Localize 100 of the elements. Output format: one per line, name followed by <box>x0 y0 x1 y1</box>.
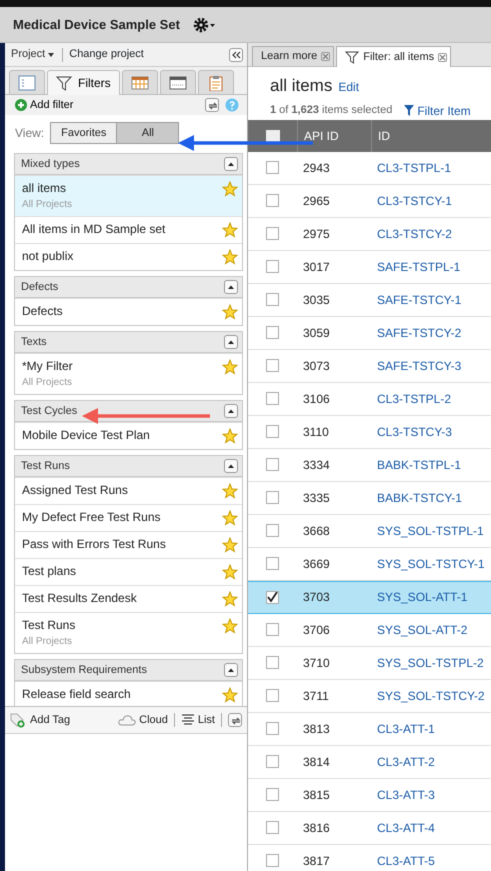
document-tab[interactable]: Filter: all items <box>336 46 452 67</box>
star-icon[interactable] <box>222 181 238 197</box>
row-checkbox[interactable] <box>266 392 279 405</box>
filter-item[interactable]: Defects <box>15 298 242 325</box>
collapse-button[interactable] <box>224 280 238 294</box>
column-header[interactable]: API ID <box>297 120 371 152</box>
filter-item[interactable]: *My Filter All Projects <box>15 353 242 394</box>
row-checkbox[interactable] <box>266 623 279 636</box>
item-link[interactable]: SAFE-TSTCY-3 <box>377 356 462 374</box>
row-checkbox[interactable] <box>266 326 279 339</box>
view-toggle[interactable]: All <box>116 122 178 144</box>
star-icon[interactable] <box>222 428 238 444</box>
star-icon[interactable] <box>222 537 238 553</box>
change-project-link[interactable]: Change project <box>69 46 144 63</box>
star-icon[interactable] <box>222 687 238 703</box>
item-link[interactable]: CL3-ATT-4 <box>377 818 435 836</box>
item-link[interactable]: BABK-TSTCY-1 <box>377 488 462 506</box>
settings-button[interactable] <box>192 16 216 34</box>
item-link[interactable]: SYS_SOL-TSTCY-2 <box>377 686 485 704</box>
collapse-button[interactable] <box>224 459 238 473</box>
select-all-checkbox[interactable] <box>266 130 280 142</box>
star-icon[interactable] <box>222 304 238 320</box>
row-checkbox[interactable] <box>266 161 279 174</box>
close-icon[interactable] <box>322 53 330 60</box>
star-icon[interactable] <box>222 618 238 634</box>
item-link[interactable]: CL3-TSTCY-3 <box>377 422 452 440</box>
panel-tab[interactable]: Filters <box>47 70 120 95</box>
row-checkbox[interactable] <box>266 458 279 471</box>
document-tab[interactable]: Learn more <box>252 46 334 66</box>
item-link[interactable]: SYS_SOL-TSTCY-1 <box>377 554 485 572</box>
star-icon[interactable] <box>222 359 238 375</box>
filter-item[interactable]: Mobile Device Test Plan <box>15 422 242 449</box>
filter-item[interactable]: not publix <box>15 243 242 270</box>
filter-item[interactable]: Pass with Errors Test Runs <box>15 531 242 558</box>
item-link[interactable]: CL3-ATT-1 <box>377 720 435 738</box>
row-checkbox[interactable] <box>266 293 279 306</box>
item-link[interactable]: BABK-TSTPL-1 <box>377 456 462 474</box>
item-link[interactable]: CL3-ATT-5 <box>377 852 435 870</box>
item-link[interactable]: SYS_SOL-ATT-2 <box>377 620 468 638</box>
view-toggle[interactable]: Favorites <box>51 122 116 144</box>
column-header[interactable]: ID <box>371 120 491 152</box>
collapse-button[interactable] <box>224 663 238 677</box>
star-icon[interactable] <box>222 564 238 580</box>
collapse-button[interactable] <box>224 157 238 171</box>
row-checkbox[interactable] <box>266 590 279 604</box>
row-checkbox[interactable] <box>266 854 279 867</box>
row-checkbox[interactable] <box>266 689 279 702</box>
item-link[interactable]: CL3-ATT-2 <box>377 752 435 770</box>
close-icon[interactable] <box>439 54 446 60</box>
item-link[interactable]: CL3-ATT-3 <box>377 786 435 804</box>
star-icon[interactable] <box>222 249 238 265</box>
row-checkbox[interactable] <box>266 656 279 669</box>
list-button[interactable]: List <box>180 712 215 728</box>
filter-item[interactable]: Test plans <box>15 558 242 585</box>
row-checkbox[interactable] <box>266 425 279 438</box>
row-checkbox[interactable] <box>266 788 279 801</box>
refresh-button[interactable] <box>205 98 219 112</box>
collapse-button[interactable] <box>229 48 243 62</box>
filter-item[interactable]: Test Runs All Projects <box>15 612 242 653</box>
row-checkbox[interactable] <box>266 557 279 570</box>
item-link[interactable]: SAFE-TSTCY-2 <box>377 324 462 342</box>
item-link[interactable]: CL3-TSTPL-2 <box>377 390 452 408</box>
project-menu[interactable]: Project <box>9 46 56 63</box>
filter-item[interactable]: My Defect Free Test Runs <box>15 504 242 531</box>
item-link[interactable]: SYS_SOL-TSTPL-1 <box>377 522 484 540</box>
help-icon[interactable] <box>225 98 239 112</box>
star-icon[interactable] <box>222 510 238 526</box>
row-checkbox[interactable] <box>266 524 279 537</box>
item-link[interactable]: CL3-TSTCY-2 <box>377 224 452 242</box>
filter-item[interactable]: Test Results Zendesk <box>15 585 242 612</box>
row-checkbox[interactable] <box>266 194 279 207</box>
row-checkbox[interactable] <box>266 491 279 504</box>
filter-items-link[interactable]: Filter Item <box>404 102 471 120</box>
panel-tab[interactable] <box>9 70 45 94</box>
collapse-button[interactable] <box>224 335 238 349</box>
item-link[interactable]: SAFE-TSTPL-1 <box>377 258 460 276</box>
panel-tab[interactable] <box>198 70 234 94</box>
collapse-button[interactable] <box>224 404 238 418</box>
row-checkbox[interactable] <box>266 821 279 834</box>
star-icon[interactable] <box>222 483 238 499</box>
filter-item[interactable]: All items in MD Sample set <box>15 216 242 243</box>
star-icon[interactable] <box>222 222 238 238</box>
add-tag-button[interactable]: Add Tag <box>9 712 70 728</box>
panel-tab[interactable] <box>160 70 196 94</box>
panel-tab[interactable] <box>122 70 158 94</box>
row-checkbox[interactable] <box>266 755 279 768</box>
row-checkbox[interactable] <box>266 227 279 240</box>
cloud-button[interactable]: Cloud <box>118 712 168 728</box>
edit-link[interactable]: Edit <box>338 78 360 96</box>
star-icon[interactable] <box>222 591 238 607</box>
row-checkbox[interactable] <box>266 359 279 372</box>
row-checkbox[interactable] <box>266 722 279 735</box>
item-link[interactable]: SYS_SOL-TSTPL-2 <box>377 654 484 672</box>
row-checkbox[interactable] <box>266 260 279 273</box>
refresh-button[interactable] <box>228 713 242 727</box>
add-filter-button[interactable]: Add filter <box>15 96 74 114</box>
filter-item[interactable]: all items All Projects <box>15 175 242 216</box>
item-link[interactable]: CL3-TSTCY-1 <box>377 192 452 210</box>
filter-item[interactable]: Assigned Test Runs <box>15 477 242 504</box>
item-link[interactable]: CL3-TSTPL-1 <box>377 158 452 176</box>
